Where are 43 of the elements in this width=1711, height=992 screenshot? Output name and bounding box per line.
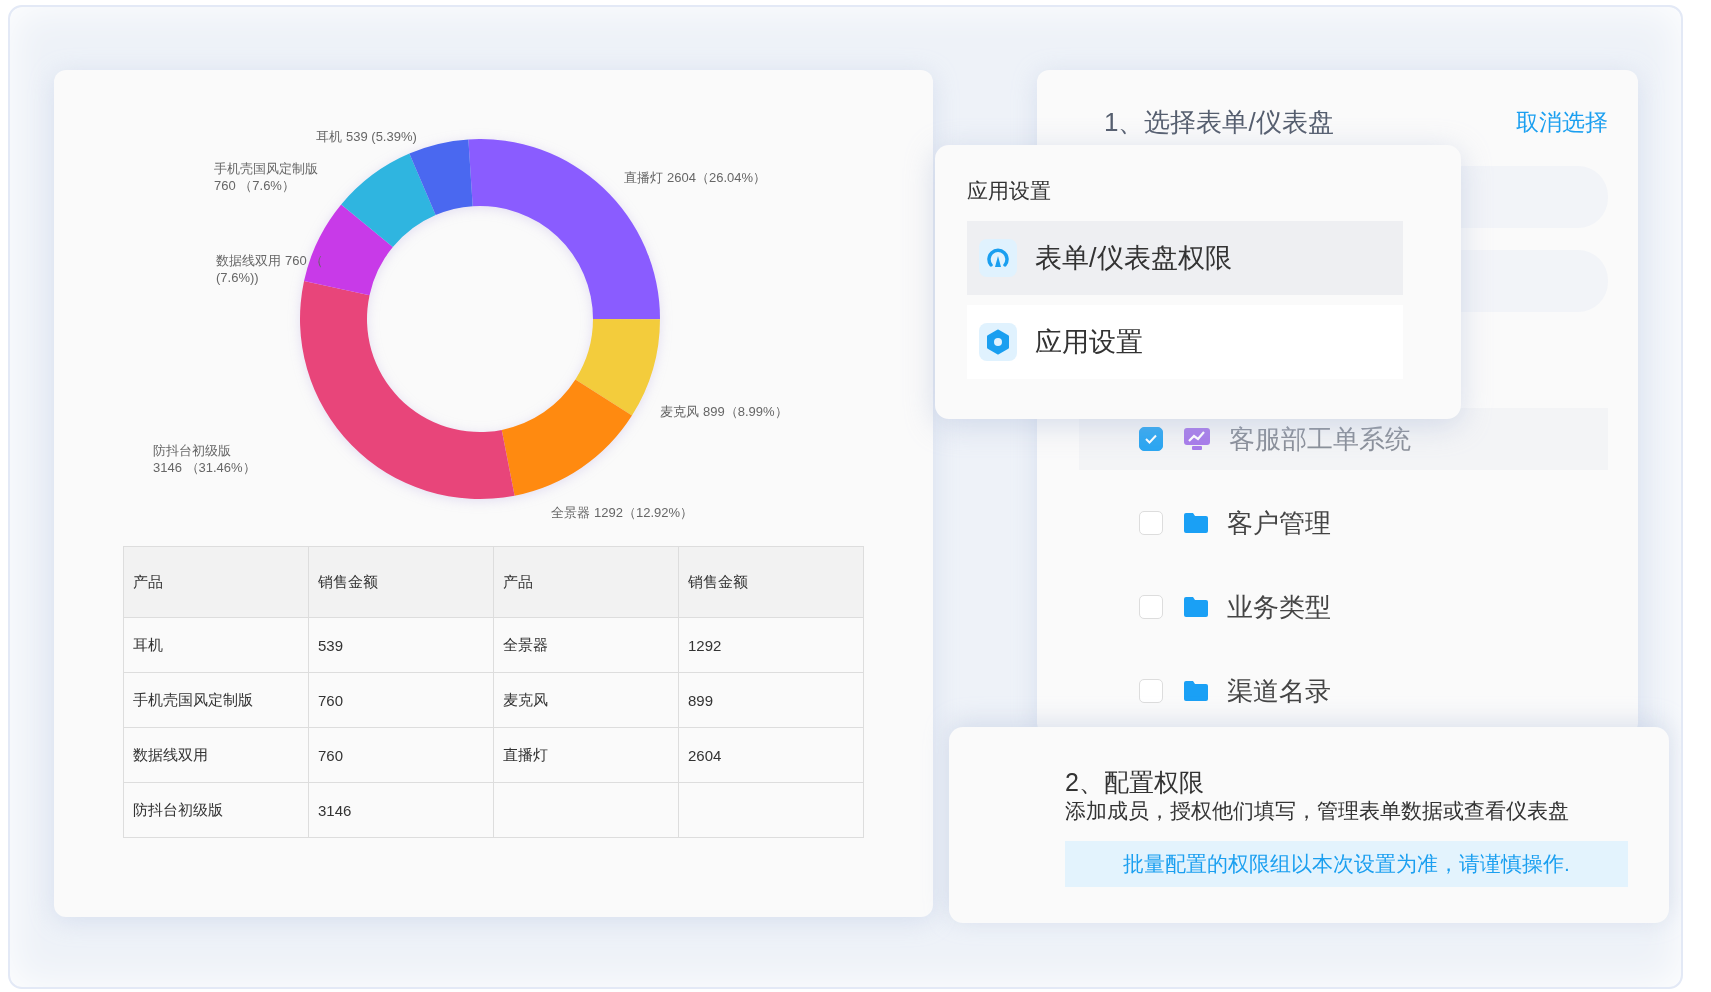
check-icon xyxy=(1144,433,1158,445)
column-header: 销售金额 xyxy=(678,546,864,618)
checkbox[interactable] xyxy=(1139,427,1163,451)
folder-icon xyxy=(1183,512,1209,534)
folder-icon xyxy=(1183,596,1209,618)
table-cell: 1292 xyxy=(688,636,722,654)
table-cell: 899 xyxy=(688,691,714,709)
slice-label: 耳机 539 (5.39%) xyxy=(316,128,417,145)
table-cell: 数据线双用 xyxy=(133,745,208,763)
table-cell: 麦克风 xyxy=(503,690,548,708)
item-label[interactable]: 客户管理 xyxy=(1227,505,1331,541)
slice-label: 直播灯 2604（26.04%） xyxy=(624,169,766,186)
menu-item[interactable]: 应用设置 xyxy=(967,305,1403,379)
item-label[interactable]: 业务类型 xyxy=(1227,589,1331,625)
table-cell: 全景器 xyxy=(503,635,548,653)
column-header: 产品 xyxy=(493,546,679,618)
table-cell: 2604 xyxy=(688,746,722,764)
table-cell: 3146 xyxy=(318,801,352,819)
item-label[interactable]: 渠道名录 xyxy=(1227,673,1331,709)
settings-icon xyxy=(979,323,1017,361)
menu-item[interactable]: 表单/仪表盘权限 xyxy=(967,221,1403,295)
slice-label: 全景器 1292（12.92%） xyxy=(551,504,693,521)
monitor-chart-icon xyxy=(1183,427,1211,451)
panel-title: 1、选择表单/仪表盘 xyxy=(1104,105,1334,139)
section-title: 2、配置权限 xyxy=(1065,767,1205,797)
slice-label: 防抖台初级版 3146 （31.46%） xyxy=(153,442,256,476)
folder-icon xyxy=(1183,680,1209,702)
column-header: 产品 xyxy=(123,546,309,618)
table-cell: 760 xyxy=(318,691,344,709)
slice-label: 数据线双用 760 （ (7.6%)) xyxy=(216,252,324,286)
table-cell: 耳机 xyxy=(133,635,163,653)
table-cell: 760 xyxy=(318,746,344,764)
menu-title: 应用设置 xyxy=(967,178,1052,204)
arch-icon xyxy=(979,239,1017,277)
table-cell: 手机壳国风定制版 xyxy=(133,690,253,708)
section-description: 添加成员，授权他们填写，管理表单数据或查看仪表盘 xyxy=(1065,798,1570,824)
table-cell: 直播灯 xyxy=(503,745,548,763)
table-cell: 539 xyxy=(318,636,344,654)
column-header: 销售金额 xyxy=(308,546,494,618)
notice-text: 批量配置的权限组以本次设置为准，请谨慎操作. xyxy=(1123,851,1570,877)
slice-label: 麦克风 899（8.99%） xyxy=(660,403,788,420)
slice-label: 手机壳国风定制版 760 （7.6%） xyxy=(214,160,318,194)
table-cell: 防抖台初级版 xyxy=(133,800,223,818)
